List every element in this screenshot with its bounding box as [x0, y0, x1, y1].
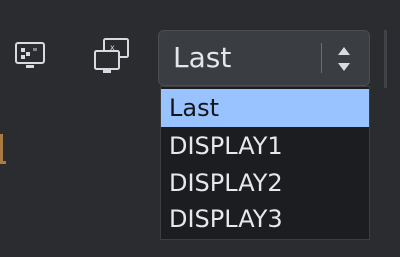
display-selector-panel: x Last Last DISPLAY1 DISPLAY2 DISPLAY3 — [0, 0, 400, 257]
duplicate-display-icon[interactable]: x — [90, 34, 134, 78]
combo-selected-value: Last — [173, 41, 232, 74]
dropdown-option-display3[interactable]: DISPLAY3 — [161, 200, 369, 238]
display-combo-box[interactable]: Last — [158, 30, 370, 86]
display-dropdown-list: Last DISPLAY1 DISPLAY2 DISPLAY3 — [160, 86, 370, 240]
toolbar-divider — [384, 30, 387, 88]
combo-separator — [321, 43, 322, 73]
partial-glyph — [0, 134, 6, 164]
dropdown-option-display1[interactable]: DISPLAY1 — [161, 127, 369, 165]
up-down-arrows-icon[interactable] — [335, 45, 353, 73]
monitor-icon[interactable] — [8, 34, 52, 78]
dropdown-option-display2[interactable]: DISPLAY2 — [161, 164, 369, 202]
dropdown-option-last[interactable]: Last — [161, 89, 369, 127]
